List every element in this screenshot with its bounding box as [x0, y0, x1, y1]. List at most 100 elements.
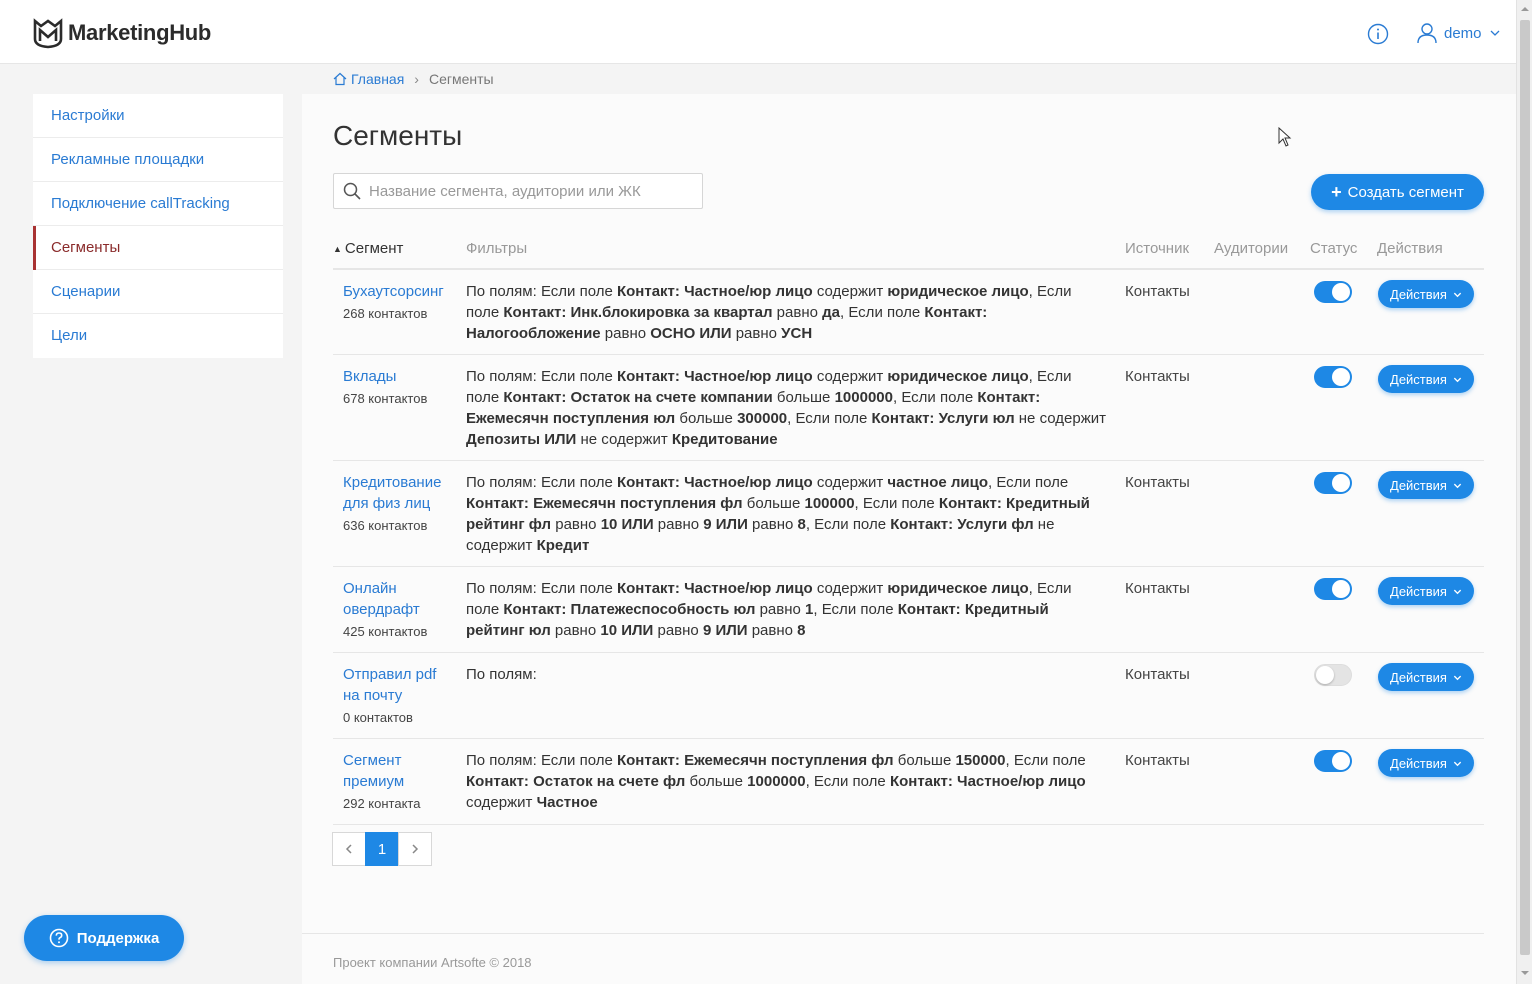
- filter-text: содержит: [812, 580, 888, 597]
- logo[interactable]: MarketingHub: [32, 16, 211, 50]
- actions-dropdown-button[interactable]: Действия: [1378, 663, 1474, 691]
- filter-text: , Если поле: [854, 495, 939, 512]
- filter-term: 10 ИЛИ: [600, 622, 654, 639]
- scrollbar-thumb[interactable]: [1520, 20, 1530, 955]
- segment-name-link[interactable]: Отправил pdf на почту: [343, 664, 453, 706]
- segment-filters: По полям: Если поле Контакт: Частное/юр …: [466, 355, 1106, 460]
- filter-term: 10 ИЛИ: [600, 516, 654, 533]
- column-audiences: Аудитории: [1214, 240, 1289, 257]
- filter-term: частное лицо: [887, 474, 989, 491]
- breadcrumb: Главная › Сегменты: [333, 71, 494, 87]
- home-icon: [333, 72, 347, 86]
- filter-text: По полям: Если поле: [466, 580, 617, 597]
- filter-term: Контакт: Платежеспособность юл: [503, 601, 756, 618]
- marketinghub-logo-icon: [33, 18, 63, 49]
- filter-term: юридическое лицо: [887, 368, 1029, 385]
- user-menu[interactable]: demo: [1416, 22, 1500, 44]
- filter-term: юридическое лицо: [887, 283, 1029, 300]
- table-row: Бухаутсорсинг 268 контактов По полям: Если…: [333, 270, 1484, 355]
- segment-name-link[interactable]: Кредитование для физ лиц: [343, 472, 453, 514]
- filter-term: Контакт: Частное/юр лицо: [616, 283, 813, 300]
- filter-text: равно: [747, 516, 798, 533]
- filter-term: Кредитование: [671, 431, 778, 448]
- sidebar: Настройки Рекламные площадки Подключение…: [33, 94, 283, 358]
- segment-name-link[interactable]: Бухаутсорсинг: [343, 281, 453, 302]
- filter-term: Кредит: [536, 537, 590, 554]
- scroll-down-icon[interactable]: [1520, 968, 1530, 978]
- pagination: 1: [332, 832, 432, 866]
- segment-name-link[interactable]: Сегмент премиум: [343, 750, 453, 792]
- segment-count: 292 контакта: [343, 796, 421, 811]
- sidebar-item-settings[interactable]: Настройки: [33, 94, 283, 138]
- segment-source: Контакты: [1125, 474, 1190, 491]
- filter-text: По полям: Если поле: [466, 474, 617, 491]
- actions-dropdown-button[interactable]: Действия: [1378, 577, 1474, 605]
- chevron-down-icon: [1453, 483, 1462, 488]
- segment-cell: Сегмент премиум 292 контакта: [343, 750, 453, 814]
- sidebar-item-ad-platforms[interactable]: Рекламные площадки: [33, 138, 283, 182]
- status-toggle[interactable]: [1314, 664, 1352, 686]
- page-next-button[interactable]: [398, 832, 432, 866]
- support-label: Поддержка: [76, 929, 160, 947]
- status-toggle[interactable]: [1314, 366, 1352, 388]
- actions-label: Действия: [1390, 477, 1447, 493]
- footer-text: Проект компании Artsofte © 2018: [333, 955, 532, 970]
- top-header: MarketingHub demo: [0, 0, 1516, 64]
- filter-term: Контакт: Инк.блокировка за квартал: [503, 304, 773, 321]
- filter-term: ОСНО ИЛИ: [650, 325, 732, 342]
- page-number-button[interactable]: 1: [365, 832, 399, 866]
- status-toggle[interactable]: [1314, 750, 1352, 772]
- filter-text: больше: [893, 752, 956, 769]
- scroll-up-icon[interactable]: [1520, 4, 1530, 14]
- filter-term: Контакт: Услуги фл: [890, 516, 1034, 533]
- chevron-down-icon: [1453, 675, 1462, 680]
- create-segment-button[interactable]: + Создать сегмент: [1311, 174, 1484, 210]
- page-scrollbar[interactable]: [1516, 0, 1532, 984]
- chevron-right-icon: [412, 844, 419, 854]
- support-button[interactable]: Поддержка: [24, 915, 184, 961]
- filter-term: Контакт: Частное/юр лицо: [889, 773, 1086, 790]
- filter-text: равно: [755, 601, 806, 618]
- info-icon[interactable]: [1367, 23, 1389, 45]
- plus-icon: +: [1331, 182, 1342, 202]
- sort-asc-icon: ▲: [333, 243, 342, 254]
- sidebar-item-scenarios[interactable]: Сценарии: [33, 270, 283, 314]
- filter-term: 1000000: [834, 389, 893, 406]
- sidebar-item-goals[interactable]: Цели: [33, 314, 283, 358]
- app-name: MarketingHub: [68, 20, 212, 45]
- filter-text: , Если поле: [1005, 752, 1086, 769]
- filter-term: 8: [797, 516, 806, 533]
- actions-dropdown-button[interactable]: Действия: [1378, 365, 1474, 393]
- filter-text: , Если поле: [805, 773, 890, 790]
- status-toggle[interactable]: [1314, 281, 1352, 303]
- actions-dropdown-button[interactable]: Действия: [1378, 280, 1474, 308]
- column-actions: Действия: [1377, 240, 1443, 257]
- page-prev-button[interactable]: [332, 832, 366, 866]
- sidebar-item-calltracking[interactable]: Подключение callTracking: [33, 182, 283, 226]
- segment-name-link[interactable]: Онлайн овердрафт: [343, 578, 453, 620]
- status-toggle[interactable]: [1314, 578, 1352, 600]
- filter-text: содержит: [812, 474, 888, 491]
- column-segment[interactable]: ▲ Сегмент: [333, 240, 403, 257]
- column-segment-label: Сегмент: [344, 240, 404, 257]
- filter-text: содержит: [812, 368, 888, 385]
- segment-source: Контакты: [1125, 752, 1190, 769]
- actions-dropdown-button[interactable]: Действия: [1378, 471, 1474, 499]
- filter-text: , Если поле: [840, 304, 925, 321]
- breadcrumb-home[interactable]: Главная: [333, 71, 404, 87]
- table-row: Онлайн овердрафт 425 контактов По полям: Е…: [333, 567, 1484, 653]
- search-box[interactable]: [333, 173, 703, 209]
- actions-dropdown-button[interactable]: Действия: [1378, 749, 1474, 777]
- filter-text: равно: [551, 516, 601, 533]
- sidebar-item-segments[interactable]: Сегменты: [33, 226, 283, 270]
- actions-label: Действия: [1390, 286, 1447, 302]
- status-toggle[interactable]: [1314, 472, 1352, 494]
- segment-name-link[interactable]: Вклады: [343, 366, 453, 387]
- chevron-left-icon: [345, 844, 352, 854]
- filter-term: Контакт: Остаток на счете фл: [466, 773, 686, 790]
- segment-count: 425 контактов: [343, 624, 428, 639]
- filter-term: 150000: [955, 752, 1006, 769]
- filter-term: 9 ИЛИ: [703, 516, 748, 533]
- filter-term: да: [822, 304, 841, 321]
- search-input[interactable]: [369, 182, 689, 200]
